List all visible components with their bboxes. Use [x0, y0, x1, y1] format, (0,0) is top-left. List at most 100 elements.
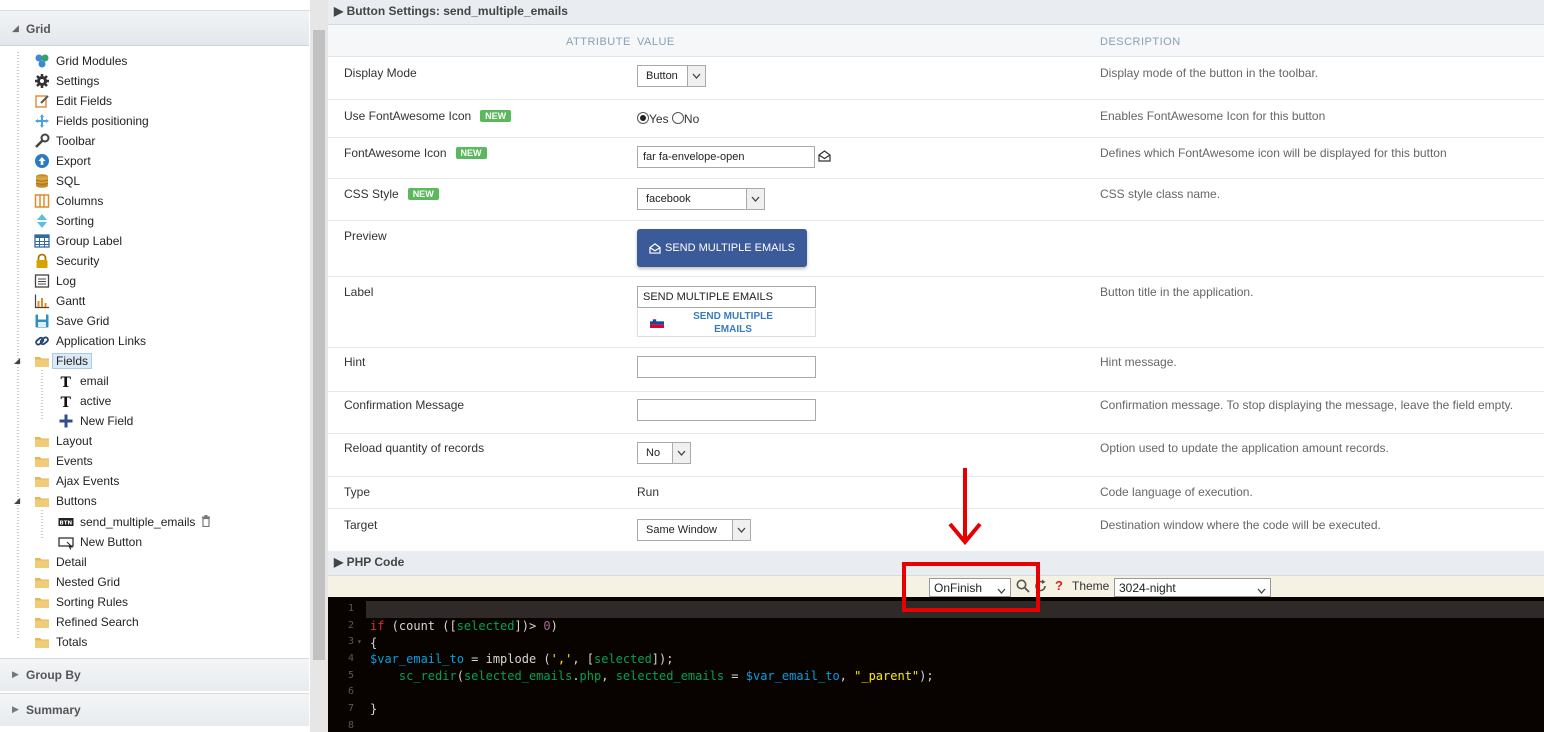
sidebar-item-export[interactable]: Export: [34, 152, 91, 170]
sidebar-item-sorting-rules[interactable]: Sorting Rules: [34, 593, 128, 611]
sidebar-item-new-button[interactable]: New Button: [58, 533, 142, 551]
chevron-down-icon: [1257, 585, 1266, 597]
radio-yes[interactable]: [637, 112, 649, 124]
theme-label: Theme: [1072, 579, 1110, 593]
sidebar-item-nested-grid[interactable]: Nested Grid: [34, 573, 120, 591]
line-number: 1: [347, 603, 354, 614]
label-input[interactable]: SEND MULTIPLE EMAILS: [637, 286, 816, 308]
sidebar-item-fields[interactable]: Fields: [34, 352, 93, 370]
section-summary[interactable]: ▶ Summary: [0, 693, 309, 726]
sidebar-item-active[interactable]: Tactive: [58, 392, 112, 410]
sidebar-item-gantt[interactable]: Gantt: [34, 292, 85, 310]
radio-no[interactable]: [671, 112, 684, 124]
svg-text:T: T: [61, 395, 72, 409]
expand-icon: ▶: [12, 704, 19, 714]
chevron-down-icon: [732, 520, 750, 540]
description: Enables FontAwesome Icon for this button: [1100, 109, 1326, 123]
reload-select[interactable]: No: [637, 442, 691, 464]
line-number: 4: [347, 653, 354, 664]
columns-icon: [34, 193, 50, 209]
sidebar-item-group-label[interactable]: Group Label: [34, 232, 122, 250]
sidebar-item-label: Log: [56, 274, 77, 288]
sidebar-item-label: Sorting Rules: [56, 595, 129, 609]
sidebar-scrollbar[interactable]: [310, 0, 328, 732]
tree-toggle-icon[interactable]: ◢: [14, 496, 20, 505]
label-language-row[interactable]: SEND MULTIPLE EMAILS: [637, 309, 816, 337]
col-value: VALUE: [637, 36, 675, 48]
code-line: $var_email_to = implode (',', [selected]…: [370, 652, 674, 666]
sidebar-item-totals[interactable]: Totals: [34, 633, 87, 651]
scrollbar-thumb[interactable]: [313, 30, 325, 660]
fold-icon[interactable]: ▾: [357, 637, 362, 646]
folder-icon: [34, 473, 50, 489]
input-value: SEND MULTIPLE EMAILS: [643, 291, 773, 303]
sidebar-item-application-links[interactable]: Application Links: [34, 332, 146, 350]
annotation-arrow-icon: [948, 468, 982, 546]
chevron-down-icon: [687, 66, 705, 86]
sidebar-item-grid-modules[interactable]: Grid Modules: [34, 52, 127, 70]
sidebar-item-security[interactable]: Security: [34, 252, 99, 270]
sidebar-item-send-multiple-emails[interactable]: BTN send_multiple_emails: [58, 513, 211, 531]
folder-icon: [34, 574, 50, 590]
line-number: 7: [347, 703, 354, 714]
trash-icon[interactable]: [201, 514, 211, 530]
expand-icon: ▶: [12, 669, 19, 679]
expand-icon: ▶: [334, 4, 347, 18]
translated-label: SEND MULTIPLE EMAILS: [693, 311, 773, 335]
sidebar-item-fields-positioning[interactable]: Fields positioning: [34, 112, 149, 130]
folder-icon: [34, 433, 50, 449]
sidebar-header[interactable]: ◢ Grid: [0, 11, 309, 46]
attr-label: Reload quantity of records: [344, 441, 485, 455]
envelope-open-icon[interactable]: [818, 150, 831, 165]
sidebar-item-events[interactable]: Events: [34, 452, 93, 470]
button-settings-header[interactable]: ▶ Button Settings: send_multiple_emails: [328, 0, 1544, 25]
sidebar-item-label: Ajax Events: [56, 474, 120, 488]
chart-icon: [34, 293, 50, 309]
theme-select[interactable]: 3024-night: [1114, 578, 1271, 597]
sidebar-item-label: Application Links: [56, 334, 147, 348]
sidebar-item-layout[interactable]: Layout: [34, 432, 92, 450]
line-number: 2: [347, 620, 354, 631]
confirmation-input[interactable]: [637, 399, 816, 421]
sidebar-item-save-grid[interactable]: Save Grid: [34, 312, 109, 330]
preview-button[interactable]: SEND MULTIPLE EMAILS: [637, 229, 807, 267]
text-field-icon: T: [58, 373, 74, 389]
sidebar-item-label: Edit Fields: [56, 94, 113, 108]
tree-toggle-icon[interactable]: ◢: [14, 356, 20, 365]
sidebar-item-log[interactable]: Log: [34, 272, 76, 290]
css-style-select[interactable]: facebook: [637, 188, 765, 210]
new-button-icon: [58, 534, 74, 550]
sidebar-item-toolbar[interactable]: Toolbar: [34, 132, 95, 150]
sidebar-item-new-field[interactable]: New Field: [58, 412, 133, 430]
sidebar-item-refined-search[interactable]: Refined Search: [34, 613, 139, 631]
sidebar-item-label: Nested Grid: [56, 575, 121, 589]
sidebar-item-label: Refined Search: [56, 615, 139, 629]
sidebar-item-label: Detail: [56, 555, 87, 569]
sidebar-item-sql[interactable]: SQL: [34, 172, 80, 190]
log-icon: [34, 273, 50, 289]
sidebar-item-ajax-events[interactable]: Ajax Events: [34, 472, 119, 490]
row-preview: Preview: [328, 221, 1544, 277]
sidebar-item-detail[interactable]: Detail: [34, 553, 87, 571]
sidebar-item-columns[interactable]: Columns: [34, 192, 103, 210]
sidebar-item-email[interactable]: Temail: [58, 372, 109, 390]
sort-icon: [34, 213, 50, 229]
target-select[interactable]: Same Window: [637, 519, 751, 541]
sidebar-item-edit-fields[interactable]: Edit Fields: [34, 92, 112, 110]
select-value: Same Window: [646, 524, 717, 536]
code-editor[interactable]: 1 2 3 ▾ 4 5 6 7 8 if (count ([selected])…: [328, 597, 1544, 732]
save-icon: [34, 313, 50, 329]
fontawesome-icon-input[interactable]: far fa-envelope-open: [637, 146, 815, 168]
row-label: Label Button title in the application.: [328, 277, 1544, 348]
sidebar-item-label: New Field: [80, 414, 134, 428]
sidebar-item-settings[interactable]: Settings: [34, 72, 99, 90]
sidebar-item-sorting[interactable]: Sorting: [34, 212, 94, 230]
folder-icon: [34, 453, 50, 469]
hint-input[interactable]: [637, 356, 816, 378]
display-mode-select[interactable]: Button: [637, 65, 706, 87]
sidebar-item-buttons[interactable]: Buttons: [34, 492, 97, 510]
section-group-by[interactable]: ▶ Group By: [0, 658, 309, 691]
help-icon[interactable]: ?: [1055, 578, 1063, 593]
sidebar-item-label: Fields positioning: [56, 114, 149, 128]
collapse-icon[interactable]: ◢: [12, 23, 19, 34]
